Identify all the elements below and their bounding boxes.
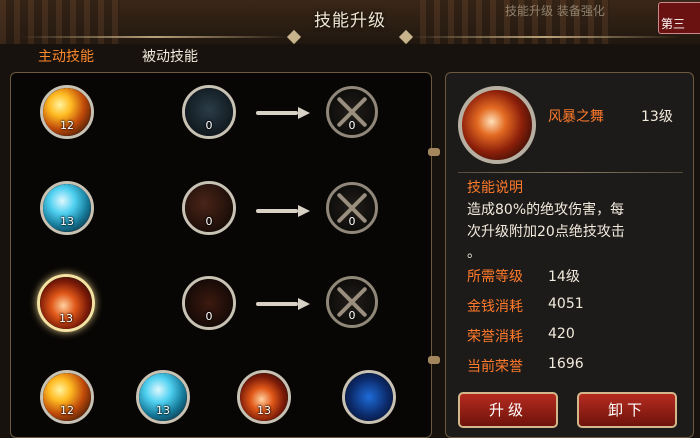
skill-description-line: 次升级附加20点绝技攻击: [467, 224, 625, 240]
arrow-right-icon: [256, 298, 310, 310]
skill-level: 0: [348, 215, 356, 228]
corner-button-label: 第三: [661, 17, 686, 31]
skill-level: 13: [59, 312, 73, 325]
skill-description-line: 。: [467, 245, 481, 261]
upgrade-button[interactable]: 升级: [458, 392, 558, 428]
required-level-value: 14级: [548, 269, 580, 285]
current-honor-value: 1696: [548, 356, 584, 372]
title-line-right: [410, 36, 680, 38]
skill-level: 13: [156, 404, 170, 417]
skill-level: 0: [205, 215, 213, 228]
equipped-slot-ice[interactable]: 13: [136, 370, 190, 424]
equipped-slot-storm[interactable]: 13: [237, 370, 291, 424]
skill-name: 风暴之舞: [548, 109, 604, 125]
locked-skill-slot[interactable]: 0: [326, 182, 378, 234]
skill-slot-next[interactable]: 0: [182, 181, 236, 235]
skill-level: 13: [257, 404, 271, 417]
equipped-slot-fire[interactable]: 12: [40, 370, 94, 424]
honor-cost-label: 荣誉消耗: [467, 329, 523, 345]
skill-level: 13: [60, 215, 74, 228]
gold-cost-label: 金钱消耗: [467, 299, 523, 315]
background-menu-text: 技能升级 装备强化: [505, 4, 605, 18]
required-level-label: 所需等级: [467, 269, 523, 285]
tab-active-skills[interactable]: 主动技能: [38, 46, 94, 66]
locked-skill-slot[interactable]: 0: [326, 276, 378, 328]
gold-cost-value: 4051: [548, 296, 584, 312]
current-honor-label: 当前荣誉: [467, 359, 523, 375]
skill-description-title: 技能说明: [467, 180, 523, 196]
honor-cost-value: 420: [548, 326, 575, 342]
skill-slot-fire[interactable]: 12: [40, 85, 94, 139]
storm-dance-skill-icon: [458, 86, 536, 164]
skill-slot-next[interactable]: 0: [182, 276, 236, 330]
skill-level: 0: [348, 119, 356, 132]
page-title: 技能升级: [314, 11, 386, 31]
title-line-left: [20, 36, 290, 38]
corner-button[interactable]: 第三: [658, 2, 700, 34]
skill-level: 0: [205, 119, 213, 132]
skill-slot-ice[interactable]: 13: [40, 181, 94, 235]
skill-level: 12: [60, 119, 74, 132]
skill-description-line: 造成80%的绝攻伤害，每: [467, 202, 625, 218]
tab-passive-skills[interactable]: 被动技能: [142, 46, 198, 66]
panel-connector: [428, 356, 440, 364]
blue-orb-skill-icon: [345, 373, 393, 421]
panel-connector: [428, 148, 440, 156]
arrow-right-icon: [256, 205, 310, 217]
skill-level: 0: [205, 310, 213, 323]
locked-skill-slot[interactable]: 0: [326, 86, 378, 138]
equipped-slot-blue[interactable]: [342, 370, 396, 424]
detail-divider: [458, 172, 683, 173]
skill-slot-next[interactable]: 0: [182, 85, 236, 139]
skill-current-level: 13级: [641, 109, 673, 125]
skill-level: 12: [60, 404, 74, 417]
skill-level: 0: [348, 309, 356, 322]
skill-slot-storm-selected[interactable]: 13: [37, 274, 95, 332]
arrow-right-icon: [256, 107, 310, 119]
unequip-button[interactable]: 卸下: [577, 392, 677, 428]
